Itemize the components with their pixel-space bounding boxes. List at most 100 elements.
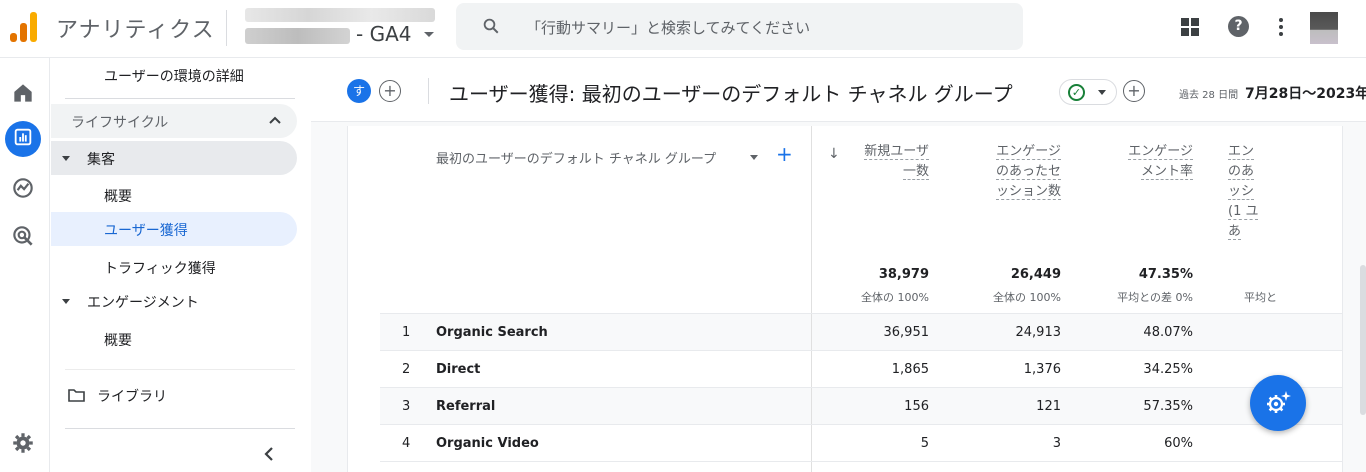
table-row[interactable]: 3 Referral 156 121 57.35% bbox=[380, 387, 1342, 425]
gear-icon[interactable] bbox=[10, 430, 36, 456]
table-row[interactable]: 1 Organic Search 36,951 24,913 48.07% bbox=[380, 313, 1342, 351]
page-title: ユーザー獲得: 最初のユーザーのデフォルト チャネル グループ bbox=[449, 82, 1013, 106]
search-input[interactable]: 「行動サマリー」と検索してみてください bbox=[456, 3, 1023, 50]
row-index: 1 bbox=[402, 325, 411, 340]
reports-icon bbox=[14, 128, 32, 146]
row-engagement-rate: 57.35% bbox=[1143, 399, 1193, 414]
nav-group-acquisition[interactable]: 集客 bbox=[51, 141, 297, 175]
total-engagement-rate: 47.35% bbox=[1138, 267, 1193, 282]
caret-down-icon bbox=[1098, 90, 1106, 95]
column-divider bbox=[811, 314, 812, 351]
more-vert-icon[interactable] bbox=[1279, 18, 1283, 36]
column-divider bbox=[811, 425, 812, 462]
nav-item-user-acquisition[interactable]: ユーザー獲得 bbox=[51, 212, 297, 246]
divider bbox=[65, 428, 295, 429]
row-index: 2 bbox=[402, 362, 411, 377]
row-channel: Direct bbox=[436, 362, 481, 377]
row-engaged-sessions: 1,376 bbox=[1023, 362, 1061, 377]
divider bbox=[380, 461, 1342, 462]
divider bbox=[65, 98, 295, 99]
row-engaged-sessions: 24,913 bbox=[1015, 325, 1062, 340]
property-selector[interactable]: - GA4 bbox=[356, 22, 411, 46]
account-name-redacted[interactable] bbox=[245, 8, 435, 22]
report-header: す + ユーザー獲得: 最初のユーザーのデフォルト チャネル グループ ✓ + … bbox=[311, 58, 1366, 122]
row-new-users: 5 bbox=[920, 436, 929, 451]
nav-group-label: 集客 bbox=[87, 152, 115, 168]
total-engaged-sessions: 26,449 bbox=[1010, 267, 1061, 282]
row-engagement-rate: 34.25% bbox=[1143, 362, 1193, 377]
row-new-users: 156 bbox=[904, 399, 929, 414]
dimension-selector[interactable]: 最初のユーザーのデフォルト チャネル グループ bbox=[436, 148, 716, 167]
caret-down-icon bbox=[62, 156, 70, 161]
search-placeholder: 「行動サマリー」と検索してみてください bbox=[526, 19, 811, 37]
caret-down-icon bbox=[62, 299, 70, 304]
caret-down-icon[interactable] bbox=[750, 155, 758, 160]
row-channel: Referral bbox=[436, 399, 496, 414]
nav-section-lifecycle[interactable]: ライフサイクル bbox=[51, 104, 297, 138]
chevron-up-icon bbox=[269, 116, 281, 124]
row-new-users: 36,951 bbox=[883, 325, 930, 340]
settings-sparkle-icon bbox=[1267, 391, 1291, 413]
report-status-dropdown[interactable]: ✓ bbox=[1059, 79, 1117, 105]
chevron-down-icon[interactable] bbox=[424, 32, 434, 37]
help-icon[interactable]: ? bbox=[1228, 16, 1249, 37]
advertising-icon[interactable] bbox=[10, 223, 36, 249]
property-name-redacted[interactable] bbox=[245, 28, 350, 44]
nav-item-traffic-acquisition[interactable]: トラフィック獲得 bbox=[104, 258, 216, 278]
nav-group-engagement[interactable]: エンゲージメント bbox=[51, 284, 297, 318]
total-sub-col4: 平均と bbox=[1244, 291, 1277, 304]
check-circle-icon: ✓ bbox=[1068, 84, 1085, 101]
total-new-users: 38,979 bbox=[878, 267, 929, 282]
column-header-engaged-sessions-per-user[interactable]: エン のあ ッシ (1 ユ あ bbox=[1228, 142, 1280, 242]
table-row[interactable]: 2 Direct 1,865 1,376 34.25% bbox=[380, 350, 1342, 388]
search-icon bbox=[483, 18, 499, 34]
row-index: 3 bbox=[402, 399, 411, 414]
app-title: アナリティクス bbox=[56, 18, 215, 43]
folder-icon bbox=[68, 389, 85, 402]
data-table: 最初のユーザーのデフォルト チャネル グループ + ↓ 新規ユーザ 一数 エンゲ… bbox=[347, 126, 1343, 472]
add-dimension-button[interactable]: + bbox=[776, 142, 793, 166]
row-engaged-sessions: 3 bbox=[1052, 436, 1061, 451]
report-navigation: ユーザーの環境の詳細 ライフサイクル 集客 概要 ユーザー獲得 トラフィック獲得… bbox=[51, 58, 311, 472]
column-divider bbox=[811, 351, 812, 388]
home-icon[interactable] bbox=[10, 80, 36, 106]
row-engagement-rate: 60% bbox=[1164, 436, 1193, 451]
total-sub-engagement-rate: 平均との差 0% bbox=[1117, 291, 1193, 304]
add-button[interactable]: + bbox=[1123, 80, 1145, 102]
row-channel: Organic Video bbox=[436, 436, 539, 451]
date-preset-label: 過去 28 日間 bbox=[1179, 90, 1239, 101]
row-engagement-rate: 48.07% bbox=[1143, 325, 1193, 340]
column-header-new-users[interactable]: 新規ユーザ 一数 bbox=[851, 142, 929, 182]
nav-item-label: ユーザー獲得 bbox=[104, 223, 188, 239]
nav-item-acq-overview[interactable]: 概要 bbox=[104, 186, 132, 206]
nav-item-user-env-detail[interactable]: ユーザーの環境の詳細 bbox=[104, 66, 244, 86]
explore-icon[interactable] bbox=[10, 175, 36, 201]
add-comparison-button[interactable]: + bbox=[379, 80, 401, 102]
apps-grid-icon[interactable] bbox=[1181, 18, 1199, 36]
customize-report-button[interactable] bbox=[1250, 375, 1306, 431]
row-new-users: 1,865 bbox=[891, 362, 929, 377]
left-rail bbox=[0, 58, 50, 472]
nav-item-eng-overview[interactable]: 概要 bbox=[104, 330, 132, 350]
table-row[interactable]: 4 Organic Video 5 3 60% bbox=[380, 424, 1342, 462]
comparison-badge[interactable]: す bbox=[347, 79, 371, 103]
sort-desc-arrow-icon[interactable]: ↓ bbox=[828, 146, 840, 162]
divider bbox=[65, 369, 295, 370]
nav-item-library[interactable]: ライブラリ bbox=[97, 386, 167, 406]
nav-section-label: ライフサイクル bbox=[71, 115, 169, 131]
total-sub-engaged-sessions: 全体の 100% bbox=[993, 291, 1061, 304]
column-divider bbox=[811, 388, 812, 425]
main-content: す + ユーザー獲得: 最初のユーザーのデフォルト チャネル グループ ✓ + … bbox=[311, 58, 1366, 472]
vertical-scrollbar[interactable] bbox=[1360, 265, 1366, 415]
column-header-engaged-sessions[interactable]: エンゲージ のあったセ ッション数 bbox=[981, 142, 1061, 202]
column-header-engagement-rate[interactable]: エンゲージ メント率 bbox=[1113, 142, 1193, 182]
analytics-logo-icon[interactable] bbox=[10, 12, 38, 42]
row-index: 4 bbox=[402, 436, 411, 451]
date-range-picker[interactable]: 7月28日〜2023年8 bbox=[1245, 83, 1366, 103]
total-sub-new-users: 全体の 100% bbox=[861, 291, 929, 304]
avatar[interactable] bbox=[1310, 12, 1338, 44]
top-bar: アナリティクス - GA4 「行動サマリー」と検索してみてください ? bbox=[0, 0, 1366, 58]
collapse-chevron-left-icon[interactable] bbox=[263, 446, 275, 462]
row-channel: Organic Search bbox=[436, 325, 548, 340]
nav-group-label: エンゲージメント bbox=[87, 295, 199, 311]
